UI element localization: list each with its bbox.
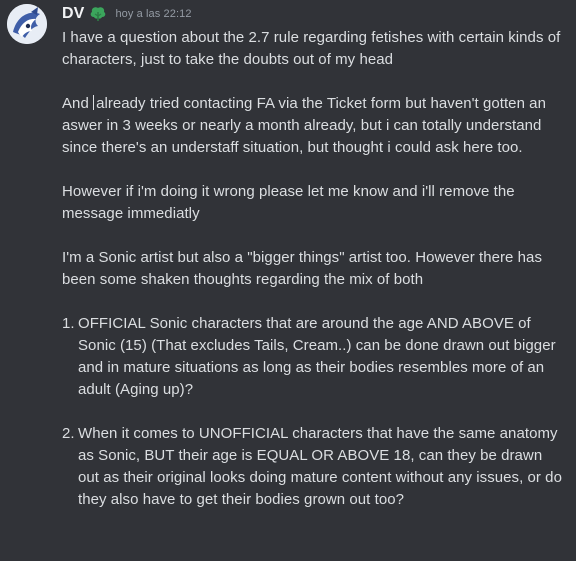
leaf-role-icon[interactable] xyxy=(89,6,107,22)
numbered-list: 1. OFFICIAL Sonic characters that are ar… xyxy=(62,313,562,511)
message-timestamp[interactable]: hoy a las 22:12 xyxy=(115,8,191,20)
list-item: 2. When it comes to UNOFFICIAL character… xyxy=(62,423,562,511)
list-item: 1. OFFICIAL Sonic characters that are ar… xyxy=(62,313,562,401)
avatar[interactable] xyxy=(7,4,47,44)
paragraph-text-start: And xyxy=(62,95,94,112)
message-content: I have a question about the 2.7 rule reg… xyxy=(62,27,562,511)
list-item-text: OFFICIAL Sonic characters that are aroun… xyxy=(78,315,556,398)
chat-message: DV hoy a las 22:12 I have a question abo… xyxy=(0,0,576,561)
message-header: DV hoy a las 22:12 xyxy=(62,4,562,24)
list-item-number: 1. xyxy=(62,315,75,332)
text-cursor-icon xyxy=(93,95,95,110)
message-paragraph: However if i'm doing it wrong please let… xyxy=(62,183,515,222)
message-paragraph: And already tried contacting FA via the … xyxy=(62,93,562,159)
list-item-number: 2. xyxy=(62,425,75,442)
paragraph-text-rest: already tried contacting FA via the Tick… xyxy=(62,95,546,156)
list-item-text: When it comes to UNOFFICIAL characters t… xyxy=(78,425,562,508)
username[interactable]: DV xyxy=(62,5,84,23)
message-paragraph: I have a question about the 2.7 rule reg… xyxy=(62,29,561,68)
message-paragraph: I'm a Sonic artist but also a "bigger th… xyxy=(62,249,542,288)
avatar-icon xyxy=(7,4,47,44)
